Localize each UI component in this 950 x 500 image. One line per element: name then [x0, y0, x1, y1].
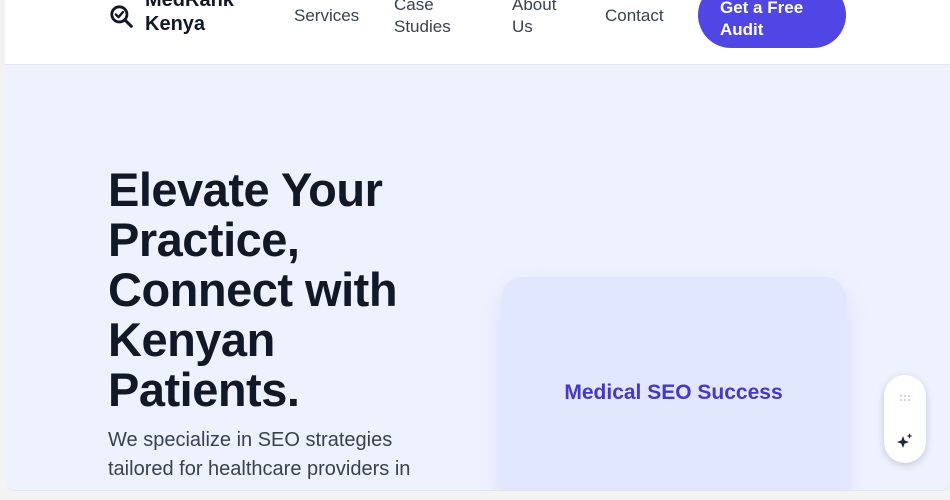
nav-about-line1: About: [512, 0, 557, 14]
seo-success-card: Medical SEO Success: [501, 277, 846, 490]
browser-page: MedRank Kenya Services Case Studies Abou…: [5, 0, 950, 491]
hero-subtitle-line: We specialize in SEO strategies: [108, 429, 393, 451]
nav-link-services[interactable]: Services: [294, 5, 359, 27]
brand-name-line2: Kenya: [145, 13, 206, 35]
hero-title-line: Elevate Your: [108, 163, 383, 216]
cta-line2: Audit: [720, 20, 764, 39]
navbar: MedRank Kenya Services Case Studies Abou…: [5, 0, 950, 65]
hero-title-line: Kenyan: [108, 313, 275, 366]
nav-case-line1: Case: [394, 0, 434, 14]
hero-subtitle: We specialize in SEO strategies tailored…: [108, 426, 453, 484]
hero-title-line: Practice,: [108, 213, 300, 266]
brand-logo[interactable]: MedRank Kenya: [108, 0, 234, 36]
nav-about-line2: Us: [512, 17, 533, 36]
sparkle-icon[interactable]: [896, 432, 914, 450]
brand-name: MedRank Kenya: [145, 0, 234, 36]
nav-link-contact[interactable]: Contact: [605, 5, 664, 27]
nav-link-case-studies[interactable]: Case Studies: [394, 0, 451, 38]
nav-case-line2: Studies: [394, 17, 451, 36]
search-check-icon: [110, 5, 133, 28]
hero-title: Elevate Your Practice, Connect with Keny…: [108, 165, 468, 415]
brand-name-line1: MedRank: [145, 0, 234, 11]
card-title: Medical SEO Success: [564, 381, 783, 404]
nav-link-about-us[interactable]: About Us: [512, 0, 556, 38]
floating-widget[interactable]: [884, 375, 926, 463]
cta-line1: Get a Free: [720, 0, 804, 17]
hero-subtitle-line: tailored for healthcare providers in: [108, 458, 411, 480]
hero-title-line: Connect with: [108, 263, 398, 316]
grip-dots-icon[interactable]: [899, 394, 911, 402]
get-free-audit-button[interactable]: Get a Free Audit: [698, 0, 846, 48]
hero-title-line: Patients.: [108, 363, 300, 416]
